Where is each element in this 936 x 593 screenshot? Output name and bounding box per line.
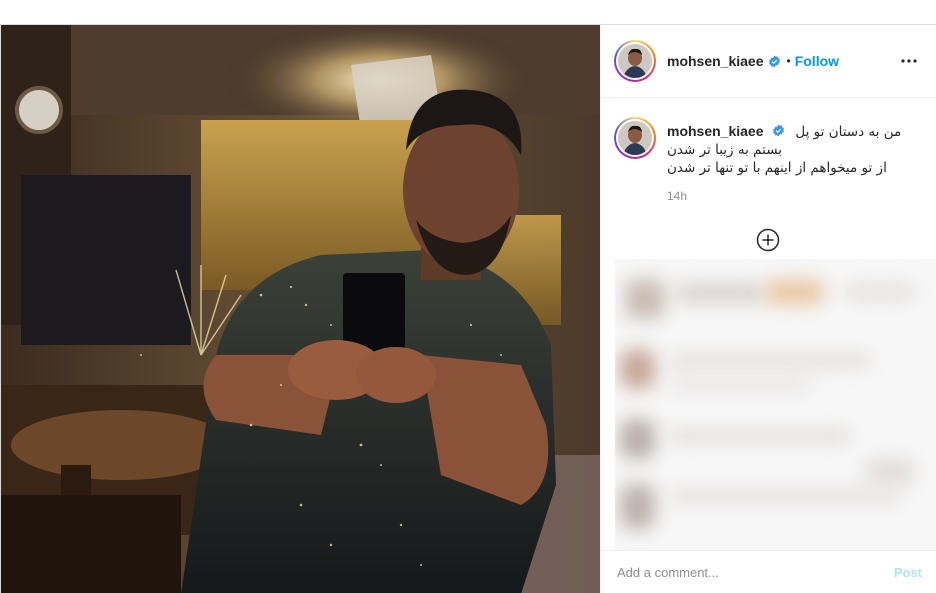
add-circle-icon — [756, 228, 780, 252]
comment-input[interactable]: Add a comment... — [617, 565, 894, 580]
follow-button[interactable]: Follow — [795, 53, 839, 69]
post-photo[interactable] — [1, 25, 600, 593]
post-header: mohsen_kiaee • Follow — [601, 25, 936, 98]
more-horizontal-icon — [901, 59, 917, 63]
verified-badge-icon — [773, 124, 784, 137]
avatar-image — [618, 44, 652, 78]
verified-badge-icon — [768, 55, 780, 67]
caption: mohsen_kiaee من به دستان تو پل بستم به ز… — [614, 117, 924, 203]
caption-body: mohsen_kiaee من به دستان تو پل بستم به ز… — [667, 123, 901, 203]
caption-story-ring[interactable] — [614, 117, 656, 159]
avatar[interactable] — [618, 44, 652, 78]
blurred-comments — [615, 259, 936, 551]
comment-bar: Add a comment... Post — [601, 550, 936, 593]
post-comment-button[interactable]: Post — [894, 565, 922, 580]
caption-line-1: من به دستان تو پل — [795, 124, 902, 140]
story-ring[interactable] — [614, 40, 656, 82]
more-options-button[interactable] — [897, 49, 921, 73]
separator-dot: • — [786, 54, 791, 68]
caption-line-2: بستم به زیبا تر شدن — [667, 142, 783, 158]
post-side-panel: mohsen_kiaee • Follow mohsen_kiaee من به… — [600, 25, 936, 593]
load-more-comments-button[interactable] — [756, 228, 780, 252]
caption-username[interactable]: mohsen_kiaee — [667, 123, 764, 139]
post-dialog: mohsen_kiaee • Follow mohsen_kiaee من به… — [0, 24, 936, 593]
caption-avatar[interactable] — [618, 121, 652, 155]
selfie-image — [1, 25, 600, 593]
header-username[interactable]: mohsen_kiaee — [667, 53, 764, 69]
caption-line-3: از تو میخواهم از اینهم با تو تنها تر شدن — [667, 160, 887, 176]
caption-timestamp[interactable]: 14h — [667, 189, 901, 203]
avatar-image — [618, 121, 652, 155]
